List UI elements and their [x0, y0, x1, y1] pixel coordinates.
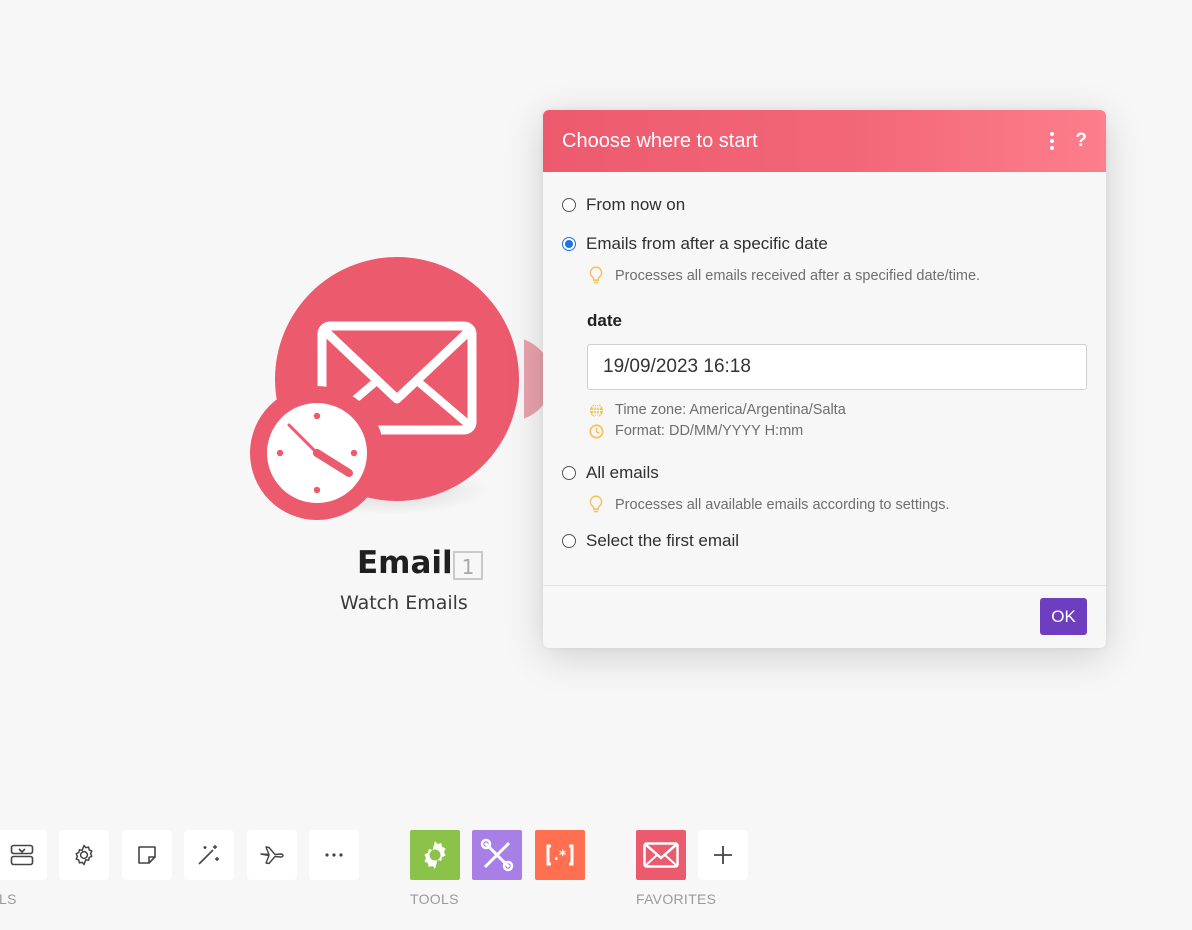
dialog-title: Choose where to start	[562, 129, 758, 152]
option-all-emails[interactable]: All emails	[562, 462, 1087, 484]
tools-button[interactable]	[472, 830, 522, 880]
clock-icon	[267, 403, 367, 503]
radio-specific-date[interactable]	[562, 237, 576, 251]
ok-button[interactable]: OK	[1040, 598, 1087, 635]
dialog-footer: OK	[543, 585, 1106, 648]
option-label: All emails	[586, 463, 659, 482]
more-button[interactable]	[309, 830, 359, 880]
settings-button[interactable]	[59, 830, 109, 880]
choose-start-dialog: Choose where to start ? From now on Emai…	[543, 110, 1106, 648]
favorites-label: FAVORITES	[636, 891, 717, 907]
add-favorite-button[interactable]	[698, 830, 748, 880]
globe-icon	[587, 403, 605, 418]
module-subtitle: Watch Emails	[340, 592, 468, 614]
date-input[interactable]	[587, 344, 1087, 390]
add-icon	[714, 846, 732, 864]
dialog-body: From now on Emails from after a specific…	[543, 172, 1106, 586]
flow-control-gear-icon	[424, 841, 446, 869]
email-app-icon	[643, 842, 679, 868]
lightbulb-icon	[587, 495, 605, 514]
text-parser-icon: .*	[546, 844, 574, 866]
more-icon	[325, 853, 343, 857]
airplane-icon	[260, 846, 284, 865]
auto-align-button[interactable]	[184, 830, 234, 880]
option-specific-date[interactable]: Emails from after a specific date	[562, 233, 1087, 255]
format-text: Format: DD/MM/YYYY H:mm	[615, 423, 804, 439]
help-button[interactable]: ?	[1075, 130, 1087, 152]
explain-flow-button[interactable]	[247, 830, 297, 880]
hint-text: Processes all emails received after a sp…	[615, 267, 981, 284]
option-from-now-on[interactable]: From now on	[562, 194, 1087, 216]
module-number-badge: 1	[453, 551, 483, 580]
magic-wand-icon	[198, 845, 219, 865]
option-label: Emails from after a specific date	[586, 234, 828, 253]
svg-text:.*: .*	[554, 848, 567, 864]
module-title[interactable]: Email	[357, 545, 453, 581]
radio-from-now-on[interactable]	[562, 198, 576, 212]
date-field-label: date	[587, 311, 622, 330]
option-label: From now on	[586, 195, 686, 214]
timezone-text: Time zone: America/Argentina/Salta	[615, 402, 846, 418]
radio-select-first-email[interactable]	[562, 534, 576, 548]
radio-all-emails[interactable]	[562, 466, 576, 480]
hint-text: Processes all available emails according…	[615, 496, 950, 513]
gear-icon	[75, 844, 93, 866]
hint-specific-date: Processes all emails received after a sp…	[587, 266, 1087, 285]
lightbulb-icon	[587, 266, 605, 285]
tools-icon	[480, 838, 514, 872]
toolbar-section-label: LS	[0, 891, 17, 907]
flow-control-button[interactable]	[410, 830, 460, 880]
favorite-email-button[interactable]	[636, 830, 686, 880]
tools-label: TOOLS	[410, 891, 459, 907]
scenario-io-button[interactable]	[0, 830, 47, 880]
option-label: Select the first email	[586, 531, 740, 550]
hint-all-emails: Processes all available emails according…	[587, 495, 1087, 514]
note-icon	[138, 846, 156, 864]
timezone-info: Time zone: America/Argentina/Salta	[587, 402, 1087, 418]
format-info: Format: DD/MM/YYYY H:mm	[587, 423, 1087, 439]
scenario-io-icon	[10, 844, 34, 866]
option-select-first-email[interactable]: Select the first email	[562, 530, 1087, 552]
text-parser-button[interactable]: .*	[535, 830, 585, 880]
notes-button[interactable]	[122, 830, 172, 880]
clock-icon	[587, 423, 605, 439]
dialog-header: Choose where to start ?	[543, 110, 1106, 172]
clock-badge	[250, 386, 384, 520]
kebab-menu-icon[interactable]	[1049, 132, 1055, 150]
